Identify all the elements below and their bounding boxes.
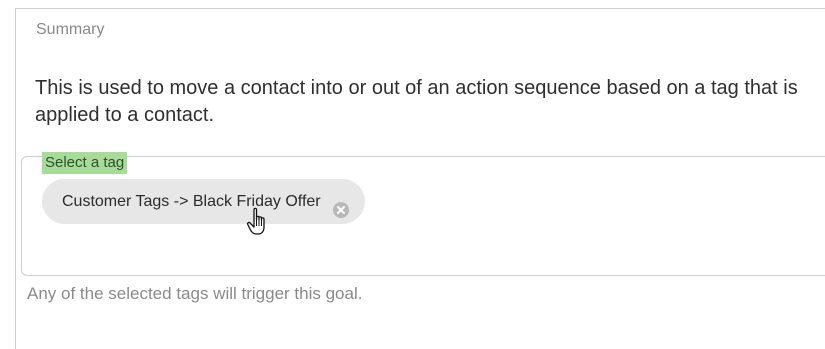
summary-description: This is used to move a contact into or o… <box>35 77 798 126</box>
pointer-hand-icon <box>246 206 272 238</box>
selected-tag-chip[interactable]: Customer Tags -> Black Friday Offer <box>42 179 365 224</box>
tag-chip-label: Customer Tags -> Black Friday Offer <box>62 193 321 210</box>
tag-field-helper-text: Any of the selected tags will trigger th… <box>27 284 363 303</box>
summary-heading: Summary <box>36 21 105 38</box>
tag-field-label: Select a tag <box>42 152 128 174</box>
x-circle-icon[interactable] <box>332 192 350 218</box>
